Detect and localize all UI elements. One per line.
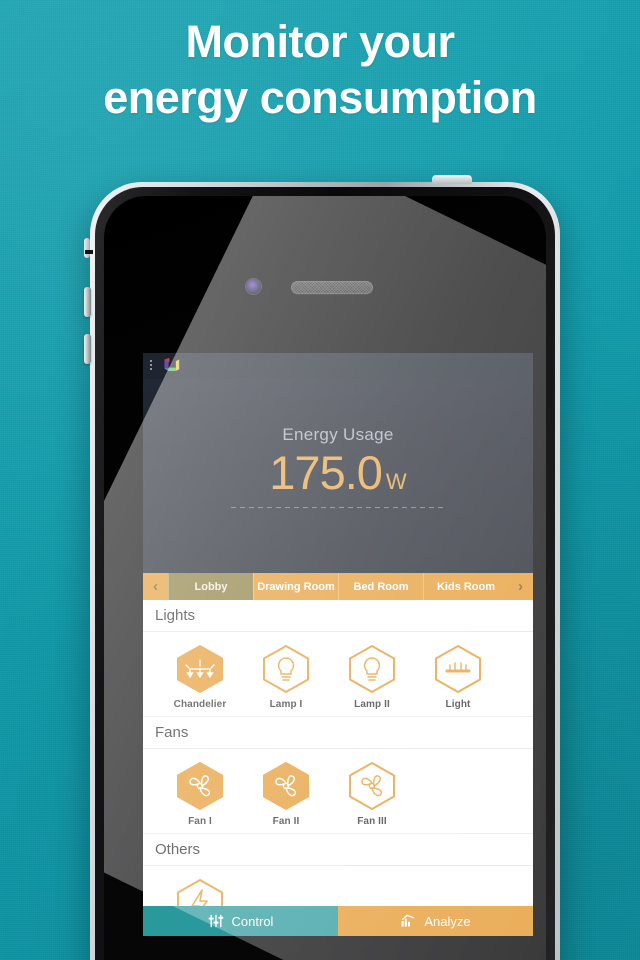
device-chandelier[interactable]: Chandelier: [157, 643, 243, 710]
app-logo: [164, 357, 180, 371]
bulb-icon: [349, 644, 395, 694]
chandelier-hex[interactable]: [172, 643, 228, 695]
nav-control-label: Control: [231, 913, 274, 929]
device-fan-3[interactable]: Fan III: [329, 760, 415, 827]
fan-icon: [263, 761, 309, 811]
device-label-fan-1: Fan I: [188, 816, 212, 827]
usage-divider: [230, 507, 446, 508]
fan-2-hex[interactable]: [258, 760, 314, 812]
device-light[interactable]: Light: [415, 643, 501, 710]
antenna-band: [85, 250, 93, 254]
nav-control-button[interactable]: Control: [143, 906, 338, 936]
page-title: Monitor your energy consumption: [0, 14, 640, 127]
bottom-navigation: Control Analyze: [143, 906, 533, 936]
room-tab-bed-room[interactable]: Bed Room: [338, 573, 423, 600]
chandelier-icon: [177, 644, 223, 694]
device-row-lights: Chandelier Lamp I Lamp II Light: [143, 632, 533, 717]
fan-icon: [349, 761, 395, 811]
app-header: Energy Usage 175.0 W: [143, 353, 533, 573]
fan-1-hex[interactable]: [172, 760, 228, 812]
fan-3-hex[interactable]: [344, 760, 400, 812]
nav-analyze-label: Analyze: [424, 913, 471, 929]
headline-line-2: energy consumption: [103, 72, 537, 124]
device-fan-2[interactable]: Fan II: [243, 760, 329, 827]
device-label-fan-2: Fan II: [272, 816, 300, 827]
phone-body: Energy Usage 175.0 W ‹ Lobby Drawing Room…: [95, 187, 555, 960]
front-camera-icon: [246, 279, 261, 294]
volume-down-button[interactable]: [84, 334, 91, 364]
device-label-chandelier: Chandelier: [173, 699, 227, 710]
energy-usage-label: Energy Usage: [282, 425, 394, 444]
device-label-light: Light: [445, 699, 471, 710]
room-tab-lobby[interactable]: Lobby: [168, 573, 253, 600]
device-lamp-1[interactable]: Lamp I: [243, 643, 329, 710]
tabs-next-arrow[interactable]: ›: [508, 573, 533, 600]
device-lamp-2[interactable]: Lamp II: [329, 643, 415, 710]
section-title-others: Others: [143, 834, 533, 866]
energy-usage-display: Energy Usage 175.0 W: [143, 425, 533, 508]
section-title-fans: Fans: [143, 717, 533, 749]
headline-line-1: Monitor your: [185, 16, 455, 67]
lamp-2-hex[interactable]: [344, 643, 400, 695]
bulb-icon: [263, 644, 309, 694]
earpiece-speaker: [291, 281, 373, 294]
phone-mockup: Energy Usage 175.0 W ‹ Lobby Drawing Room…: [84, 175, 560, 960]
fan-icon: [177, 761, 223, 811]
volume-up-button[interactable]: [84, 287, 91, 317]
ceiling-light-icon: [435, 644, 481, 694]
device-label-lamp-2: Lamp II: [354, 699, 390, 710]
device-label-fan-3: Fan III: [357, 816, 387, 827]
device-label-lamp-1: Lamp I: [269, 699, 303, 710]
device-fan-1[interactable]: Fan I: [157, 760, 243, 827]
room-tab-bar: ‹ Lobby Drawing Room Bed Room Kids Room …: [143, 573, 533, 600]
app-screen: Energy Usage 175.0 W ‹ Lobby Drawing Room…: [143, 353, 533, 936]
device-row-fans: Fan I Fan II Fan III: [143, 749, 533, 834]
room-tab-drawing-room[interactable]: Drawing Room: [253, 573, 338, 600]
ring-switch[interactable]: [84, 238, 90, 258]
energy-usage-value: 175.0: [269, 446, 383, 499]
tabs-prev-arrow[interactable]: ‹: [143, 573, 168, 600]
dots-menu-icon[interactable]: [150, 360, 154, 372]
phone-face: Energy Usage 175.0 W ‹ Lobby Drawing Room…: [104, 196, 546, 960]
lamp-1-hex[interactable]: [258, 643, 314, 695]
light-hex[interactable]: [430, 643, 486, 695]
promo-poster: Monitor your energy consumption Energy U…: [0, 0, 640, 960]
bar-chart-icon: [401, 914, 415, 927]
nav-analyze-button[interactable]: Analyze: [338, 906, 533, 936]
section-title-lights: Lights: [143, 600, 533, 632]
sliders-icon: [208, 914, 223, 928]
power-button[interactable]: [432, 175, 472, 184]
energy-usage-value-row: 175.0 W: [143, 449, 533, 496]
energy-usage-unit: W: [385, 469, 407, 494]
app-topbar: [143, 353, 533, 379]
room-tab-kids-room[interactable]: Kids Room: [423, 573, 508, 600]
